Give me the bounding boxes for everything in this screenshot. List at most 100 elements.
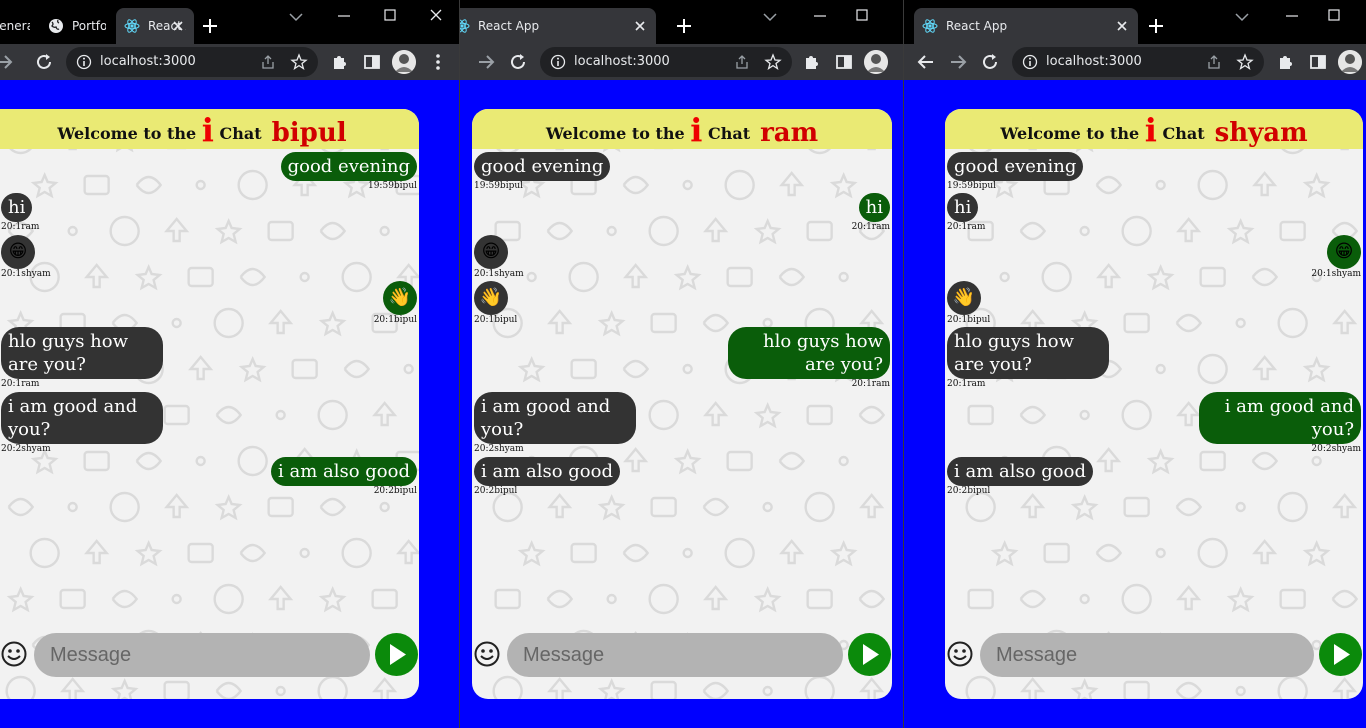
window-close-icon[interactable] <box>426 8 446 24</box>
message-bubble: i am good and you? <box>474 392 636 444</box>
message-composer <box>0 633 419 699</box>
side-panel-icon[interactable] <box>834 52 854 72</box>
reload-icon[interactable] <box>34 52 54 72</box>
welcome-text: Welcome to the <box>57 124 197 143</box>
close-icon[interactable] <box>170 18 186 34</box>
browser-toolbar: localhost:3000 <box>460 44 903 80</box>
new-tab-plus-icon[interactable] <box>200 16 220 36</box>
tab-search-chevron-icon[interactable] <box>760 8 780 24</box>
chat-word: Chat <box>1162 124 1205 143</box>
message-time-sender: 19:59bipul <box>367 181 417 191</box>
address-bar[interactable]: localhost:3000 <box>66 47 318 77</box>
forward-arrow-icon[interactable] <box>948 52 968 72</box>
browser-tab[interactable]: General <box>0 8 38 44</box>
brand-i: i <box>201 111 214 149</box>
wave-emoji: 👋 <box>474 281 508 315</box>
incoming-message: hlo guys how are you? 20:1ram <box>947 327 1109 390</box>
message-bubble: i am good and you? <box>1 392 163 444</box>
new-tab-plus-icon[interactable] <box>674 16 694 36</box>
minimize-icon[interactable] <box>810 8 830 24</box>
share-icon[interactable] <box>260 54 276 70</box>
browser-window-ram: React App localhost:3000 Welcome to the i … <box>459 0 903 728</box>
send-button[interactable] <box>375 633 418 676</box>
chat-word: Chat <box>219 124 262 143</box>
incoming-message: 😁 20:1shyam <box>474 235 524 280</box>
url-text: localhost:3000 <box>1046 54 1142 69</box>
incoming-message: good evening 19:59bipul <box>947 152 1084 192</box>
extensions-puzzle-icon[interactable] <box>1276 52 1296 72</box>
message-time-sender: 20:1shyam <box>1 269 51 279</box>
message-time-sender: 20:1shyam <box>1311 269 1361 279</box>
address-bar[interactable]: localhost:3000 <box>540 47 792 77</box>
profile-avatar[interactable] <box>392 50 416 74</box>
address-bar[interactable]: localhost:3000 <box>1012 47 1264 77</box>
bookmark-star-icon[interactable] <box>764 53 782 71</box>
url-text: localhost:3000 <box>574 54 670 69</box>
maximize-icon[interactable] <box>380 8 400 24</box>
close-icon[interactable] <box>632 18 648 34</box>
minimize-icon[interactable] <box>334 8 354 24</box>
extensions-puzzle-icon[interactable] <box>802 52 822 72</box>
incoming-message: good evening 19:59bipul <box>474 152 611 192</box>
site-info-icon[interactable] <box>1022 54 1038 70</box>
header-title: Welcome to the i Chat bipul <box>0 111 419 149</box>
reload-icon[interactable] <box>980 52 1000 72</box>
message-bubble: hlo guys how are you? <box>947 327 1109 379</box>
forward-arrow-icon[interactable] <box>476 52 496 72</box>
browser-tab[interactable]: React App <box>914 8 1138 44</box>
forward-arrow-icon[interactable] <box>0 52 14 72</box>
side-panel-icon[interactable] <box>1308 52 1328 72</box>
emoji-picker-smiley-icon[interactable] <box>474 641 500 667</box>
tab-label: General <box>0 19 30 33</box>
site-info-icon[interactable] <box>76 54 92 70</box>
share-icon[interactable] <box>1206 54 1222 70</box>
grin-emoji: 😁 <box>1327 235 1361 269</box>
message-time-sender: 20:2shyam <box>474 444 524 454</box>
desktop: General Portfolio React App localhost:3000 W… <box>0 0 1366 728</box>
chat-panel: Welcome to the i Chat ram good evening 19:5… <box>472 109 892 699</box>
close-icon[interactable] <box>1114 18 1130 34</box>
message-input[interactable] <box>507 633 843 677</box>
tab-search-chevron-icon[interactable] <box>286 8 306 24</box>
bookmark-star-icon[interactable] <box>1236 53 1254 71</box>
message-bubble: hi <box>1 193 33 222</box>
incoming-message: i am also good 20:2bipul <box>474 457 621 497</box>
incoming-message: i am also good 20:2bipul <box>947 457 1094 497</box>
message-time-sender: 20:1ram <box>947 379 986 389</box>
message-time-sender: 20:2shyam <box>1311 444 1361 454</box>
emoji-picker-smiley-icon[interactable] <box>947 641 973 667</box>
tab-strip: React App <box>904 0 1366 44</box>
browser-tab[interactable]: React App <box>116 8 194 44</box>
reload-icon[interactable] <box>508 52 528 72</box>
profile-avatar[interactable] <box>864 50 888 74</box>
browser-tab[interactable]: React App <box>460 8 656 44</box>
message-bubble: i am also good <box>947 457 1094 486</box>
minimize-icon[interactable] <box>1282 8 1302 24</box>
kebab-menu-icon[interactable] <box>428 52 448 72</box>
message-time-sender: 20:1ram <box>1 379 40 389</box>
browser-tab[interactable]: Portfolio <box>40 8 114 44</box>
extensions-puzzle-icon[interactable] <box>330 52 350 72</box>
profile-avatar[interactable] <box>1338 50 1362 74</box>
wave-emoji: 👋 <box>383 281 417 315</box>
bookmark-star-icon[interactable] <box>290 53 308 71</box>
react-icon <box>922 18 938 34</box>
new-tab-plus-icon[interactable] <box>1146 16 1166 36</box>
outgoing-message: hi 20:1ram <box>852 193 890 233</box>
message-input[interactable] <box>980 633 1314 677</box>
side-panel-icon[interactable] <box>362 52 382 72</box>
tab-search-chevron-icon[interactable] <box>1232 8 1252 24</box>
incoming-message: 👋 20:1bipul <box>474 281 517 326</box>
send-button[interactable] <box>848 633 891 676</box>
maximize-icon[interactable] <box>1324 8 1344 24</box>
maximize-icon[interactable] <box>852 8 872 24</box>
message-input[interactable] <box>34 633 370 677</box>
send-button[interactable] <box>1319 633 1362 676</box>
site-info-icon[interactable] <box>550 54 566 70</box>
emoji-picker-smiley-icon[interactable] <box>1 641 27 667</box>
message-time-sender: 20:1shyam <box>474 269 524 279</box>
share-icon[interactable] <box>734 54 750 70</box>
wave-emoji: 👋 <box>947 281 981 315</box>
current-username: bipul <box>271 118 347 148</box>
back-arrow-icon[interactable] <box>916 52 936 72</box>
